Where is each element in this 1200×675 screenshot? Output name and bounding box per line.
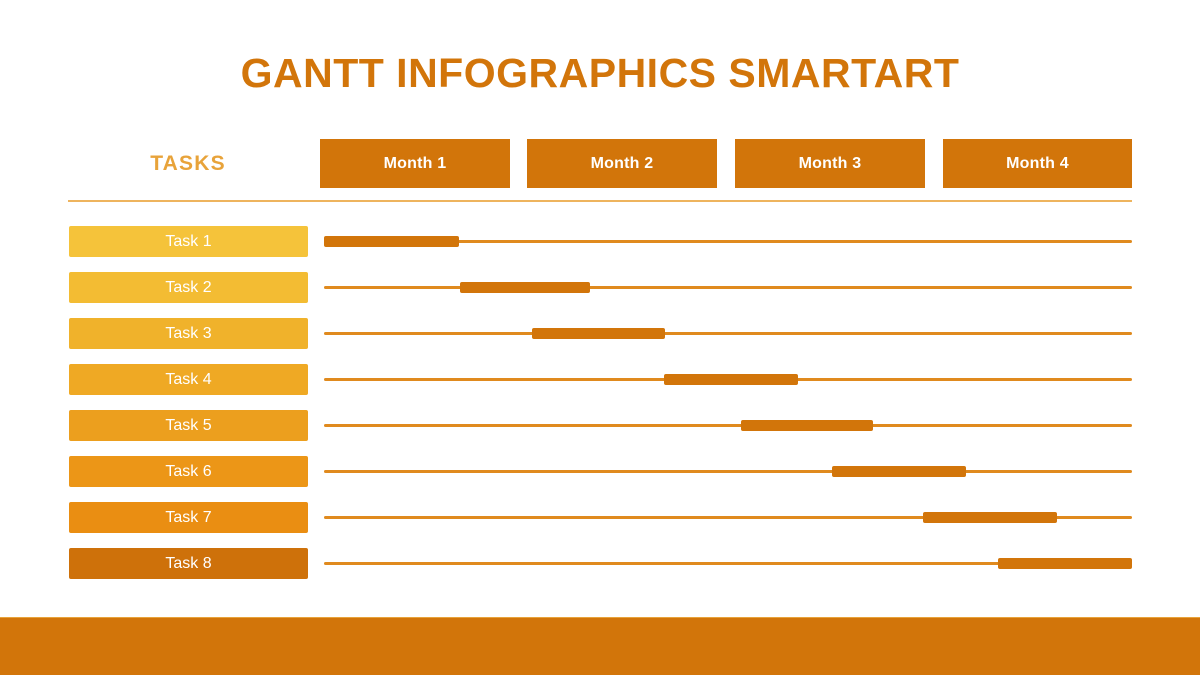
task-label-chip[interactable]: Task 5 xyxy=(69,410,308,441)
month-header-3[interactable]: Month 3 xyxy=(735,139,925,188)
month-header-4[interactable]: Month 4 xyxy=(943,139,1132,188)
table-row: Task 7 xyxy=(0,502,1200,533)
table-row: Task 6 xyxy=(0,456,1200,487)
task-label-chip[interactable]: Task 3 xyxy=(69,318,308,349)
slide-canvas: GANTT INFOGRAPHICS SMARTART TASKS Month … xyxy=(0,0,1200,675)
page-title: GANTT INFOGRAPHICS SMARTART xyxy=(240,50,960,96)
task-timeline-track xyxy=(324,364,1132,395)
task-duration-bar[interactable] xyxy=(922,512,1057,523)
table-row: Task 3 xyxy=(0,318,1200,349)
task-duration-bar[interactable] xyxy=(531,328,665,339)
task-timeline-track xyxy=(324,456,1132,487)
task-label-chip[interactable]: Task 6 xyxy=(69,456,308,487)
task-timeline-track xyxy=(324,318,1132,349)
task-timeline-track xyxy=(324,502,1132,533)
task-label-chip[interactable]: Task 7 xyxy=(69,502,308,533)
task-duration-bar[interactable] xyxy=(997,558,1132,569)
task-label-chip[interactable]: Task 1 xyxy=(69,226,308,257)
timeline-header: TASKS Month 1 Month 2 Month 3 Month 4 xyxy=(68,139,1132,188)
timeline-baseline xyxy=(324,470,1132,473)
task-timeline-track xyxy=(324,226,1132,257)
task-duration-bar[interactable] xyxy=(324,236,459,247)
task-duration-bar[interactable] xyxy=(832,466,967,477)
task-duration-bar[interactable] xyxy=(459,282,590,293)
timeline-baseline xyxy=(324,424,1132,427)
table-row: Task 4 xyxy=(0,364,1200,395)
task-duration-bar[interactable] xyxy=(740,420,873,431)
table-row: Task 8 xyxy=(0,548,1200,579)
task-duration-bar[interactable] xyxy=(664,374,799,385)
timeline-baseline xyxy=(324,332,1132,335)
month-header-1[interactable]: Month 1 xyxy=(320,139,510,188)
month-header-2[interactable]: Month 2 xyxy=(527,139,717,188)
task-label-chip[interactable]: Task 4 xyxy=(69,364,308,395)
gantt-rows: Task 1 Task 2 Task 3 Task 4 Task 5 Task 6 Task… xyxy=(0,226,1200,581)
table-row: Task 2 xyxy=(0,272,1200,303)
footer-band xyxy=(0,618,1200,675)
task-timeline-track xyxy=(324,410,1132,441)
task-label-chip[interactable]: Task 2 xyxy=(69,272,308,303)
timeline-baseline xyxy=(324,286,1132,289)
header-divider xyxy=(68,200,1132,202)
table-row: Task 1 xyxy=(0,226,1200,257)
task-timeline-track xyxy=(324,272,1132,303)
tasks-column-header: TASKS xyxy=(150,151,226,175)
task-timeline-track xyxy=(324,548,1132,579)
table-row: Task 5 xyxy=(0,410,1200,441)
task-label-chip[interactable]: Task 8 xyxy=(69,548,308,579)
